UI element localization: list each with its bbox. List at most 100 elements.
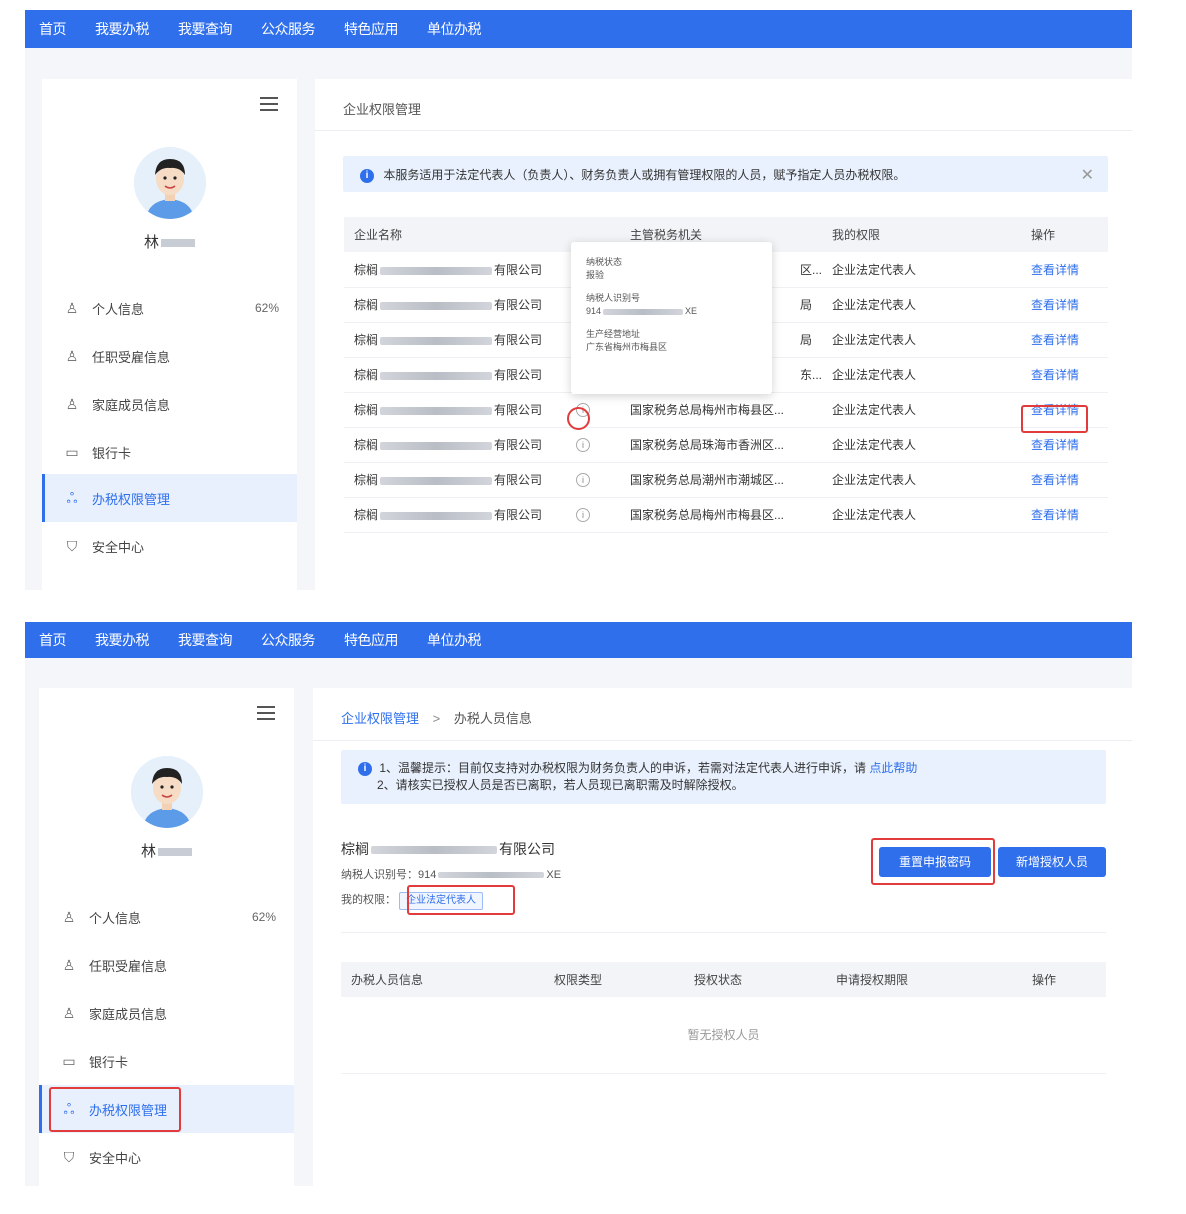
sidebar: 林 ♙ 个人信息 62% ♙ 任职受雇信息 ♙ 家庭成员信息 ▭ 银行卡 ஃ 办… — [39, 688, 294, 1186]
company-name-cell: 棕榈 有限公司 — [344, 252, 566, 288]
sidebar-item-label: 个人信息 — [92, 301, 145, 317]
col-person-info: 办税人员信息 — [341, 962, 544, 997]
sidebar-item-employment[interactable]: ♙ 任职受雇信息 — [42, 332, 297, 380]
nav-tax-service[interactable]: 我要办税 — [95, 630, 150, 650]
col-action: 操作 — [1022, 962, 1106, 997]
nav-company-tax[interactable]: 单位办税 — [427, 19, 482, 39]
permission-cell: 企业法定代表人 — [822, 322, 1022, 358]
page-title: 办税人员信息 — [453, 711, 532, 726]
tax-authority-cell: 国家税务总局梅州市梅县区... — [620, 392, 823, 428]
permission-cell: 企业法定代表人 — [822, 252, 1022, 288]
highlight-info-icon — [567, 407, 590, 430]
user-name: 林 — [39, 840, 294, 861]
menu-toggle-icon[interactable] — [257, 706, 275, 720]
sidebar-item-label: 任职受雇信息 — [92, 349, 171, 365]
sidebar-item-employment[interactable]: ♙ 任职受雇信息 — [39, 941, 294, 989]
top-nav: 首页 我要办税 我要查询 公众服务 特色应用 单位办税 — [25, 10, 1132, 48]
sidebar-item-label: 办税权限管理 — [92, 491, 171, 507]
sidebar-item-bank-card[interactable]: ▭ 银行卡 — [39, 1037, 294, 1085]
sidebar-item-bank-card[interactable]: ▭ 银行卡 — [42, 428, 297, 476]
main-content: 企业权限管理 i 本服务适用于法定代表人（负责人）、财务负责人或拥有管理权限的人… — [315, 79, 1132, 590]
view-details-link[interactable]: 查看详情 — [1021, 392, 1108, 428]
nav-tax-service[interactable]: 我要办税 — [95, 19, 150, 39]
close-icon[interactable]: ✕ — [1081, 165, 1094, 185]
permission-cell: 企业法定代表人 — [822, 357, 1022, 393]
table-row: 棕榈 有限公司 i 国家税务总局珠海市香洲区... 企业法定代表人 查看详情 — [344, 427, 1108, 463]
sidebar-item-label: 个人信息 — [89, 910, 142, 926]
sidebar-item-security[interactable]: ⛉ 安全中心 — [42, 522, 297, 570]
info-cell: i — [566, 427, 620, 463]
user-check-icon: ♙ — [62, 957, 76, 973]
info-icon: i — [358, 761, 372, 776]
sidebar-item-security[interactable]: ⛉ 安全中心 — [39, 1133, 294, 1181]
permission-tag: 企业法定代表人 — [399, 892, 484, 910]
reset-password-button[interactable]: 重置申报密码 — [879, 847, 991, 877]
help-link[interactable]: 点此帮助 — [869, 761, 917, 775]
my-permission: 我的权限： 企业法定代表人 — [341, 891, 484, 910]
sidebar-item-label: 家庭成员信息 — [89, 1006, 168, 1022]
nav-public-service[interactable]: 公众服务 — [261, 19, 316, 39]
info-circle-icon[interactable]: i — [576, 507, 590, 522]
permission-cell: 企业法定代表人 — [822, 287, 1022, 323]
sidebar-item-label: 银行卡 — [89, 1054, 129, 1070]
table-row: 棕榈 有限公司 i 国家税务总局潮州市潮城区... 企业法定代表人 查看详情 — [344, 462, 1108, 498]
menu-toggle-icon[interactable] — [260, 97, 278, 111]
company-name-cell: 棕榈 有限公司 — [344, 497, 566, 533]
user-check-icon: ♙ — [65, 348, 79, 364]
tax-authority-cell: 国家税务总局梅州市梅县区... — [620, 497, 823, 533]
org-icon: ஃ — [66, 490, 78, 506]
permission-cell: 企业法定代表人 — [822, 462, 1022, 498]
sidebar-item-personal-info[interactable]: ♙ 个人信息 62% — [42, 284, 297, 332]
view-details-link[interactable]: 查看详情 — [1021, 427, 1108, 463]
nav-featured-apps[interactable]: 特色应用 — [344, 19, 399, 39]
info-cell: i — [566, 462, 620, 498]
breadcrumb-parent-link[interactable]: 企业权限管理 — [341, 711, 419, 726]
table-header-row: 办税人员信息 权限类型 授权状态 申请授权期限 操作 — [341, 962, 1106, 997]
info-circle-icon[interactable]: i — [576, 437, 590, 452]
divider — [341, 932, 1106, 933]
permission-cell: 企业法定代表人 — [822, 497, 1022, 533]
info-icon: i — [360, 168, 374, 183]
sidebar-item-tax-permission[interactable]: ஃ 办税权限管理 — [42, 474, 297, 522]
avatar-illustration — [134, 147, 206, 219]
tax-authority-cell: 国家税务总局潮州市潮城区... — [620, 462, 823, 498]
info-circle-icon[interactable]: i — [576, 472, 590, 487]
view-details-link[interactable]: 查看详情 — [1021, 322, 1108, 358]
col-company-name: 企业名称 — [344, 217, 566, 252]
sidebar: 林 ♙ 个人信息 62% ♙ 任职受雇信息 ♙ 家庭成员信息 ▭ 银行卡 ஃ 办… — [42, 79, 297, 590]
nav-home[interactable]: 首页 — [39, 19, 67, 39]
view-details-link[interactable]: 查看详情 — [1021, 497, 1108, 533]
permission-cell: 企业法定代表人 — [822, 427, 1022, 463]
view-details-link[interactable]: 查看详情 — [1021, 252, 1108, 288]
profile-completion: 62% — [251, 910, 276, 924]
info-cell: i — [566, 497, 620, 533]
company-taxid: 纳税人识别号：914 XE — [341, 869, 562, 881]
view-details-link[interactable]: 查看详情 — [1021, 462, 1108, 498]
nav-query[interactable]: 我要查询 — [178, 19, 233, 39]
nav-featured-apps[interactable]: 特色应用 — [344, 630, 399, 650]
view-details-link[interactable]: 查看详情 — [1021, 287, 1108, 323]
nav-home[interactable]: 首页 — [39, 630, 67, 650]
company-name-cell: 棕榈 有限公司 — [344, 427, 566, 463]
sidebar-item-label: 银行卡 — [92, 445, 132, 461]
empty-row: 暂无授权人员 — [341, 997, 1106, 1074]
breadcrumb: 企业权限管理 > 办税人员信息 — [341, 708, 532, 727]
sidebar-item-family[interactable]: ♙ 家庭成员信息 — [42, 380, 297, 428]
company-name-cell: 棕榈 有限公司 — [344, 322, 566, 358]
notice-text-1: 1、温馨提示：目前仅支持对办税权限为财务负责人的申诉，若需对法定代表人进行申诉，… — [379, 761, 867, 775]
sidebar-item-tax-permission[interactable]: ஃ 办税权限管理 — [39, 1085, 294, 1133]
nav-query[interactable]: 我要查询 — [178, 630, 233, 650]
company-name-cell: 棕榈 有限公司 — [344, 392, 566, 428]
popover-status-value: 报验 — [586, 270, 605, 280]
company-name-cell: 棕榈 有限公司 — [344, 462, 566, 498]
view-details-link[interactable]: 查看详情 — [1021, 357, 1108, 393]
sidebar-item-personal-info[interactable]: ♙ 个人信息 62% — [39, 893, 294, 941]
company-name: 棕榈 有限公司 — [341, 841, 555, 857]
nav-public-service[interactable]: 公众服务 — [261, 630, 316, 650]
add-authorized-person-button[interactable]: 新增授权人员 — [998, 847, 1106, 877]
permission-cell: 企业法定代表人 — [822, 392, 1022, 428]
company-name-cell: 棕榈 有限公司 — [344, 287, 566, 323]
nav-company-tax[interactable]: 单位办税 — [427, 630, 482, 650]
sidebar-item-family[interactable]: ♙ 家庭成员信息 — [39, 989, 294, 1037]
shield-icon: ⛉ — [66, 538, 78, 554]
